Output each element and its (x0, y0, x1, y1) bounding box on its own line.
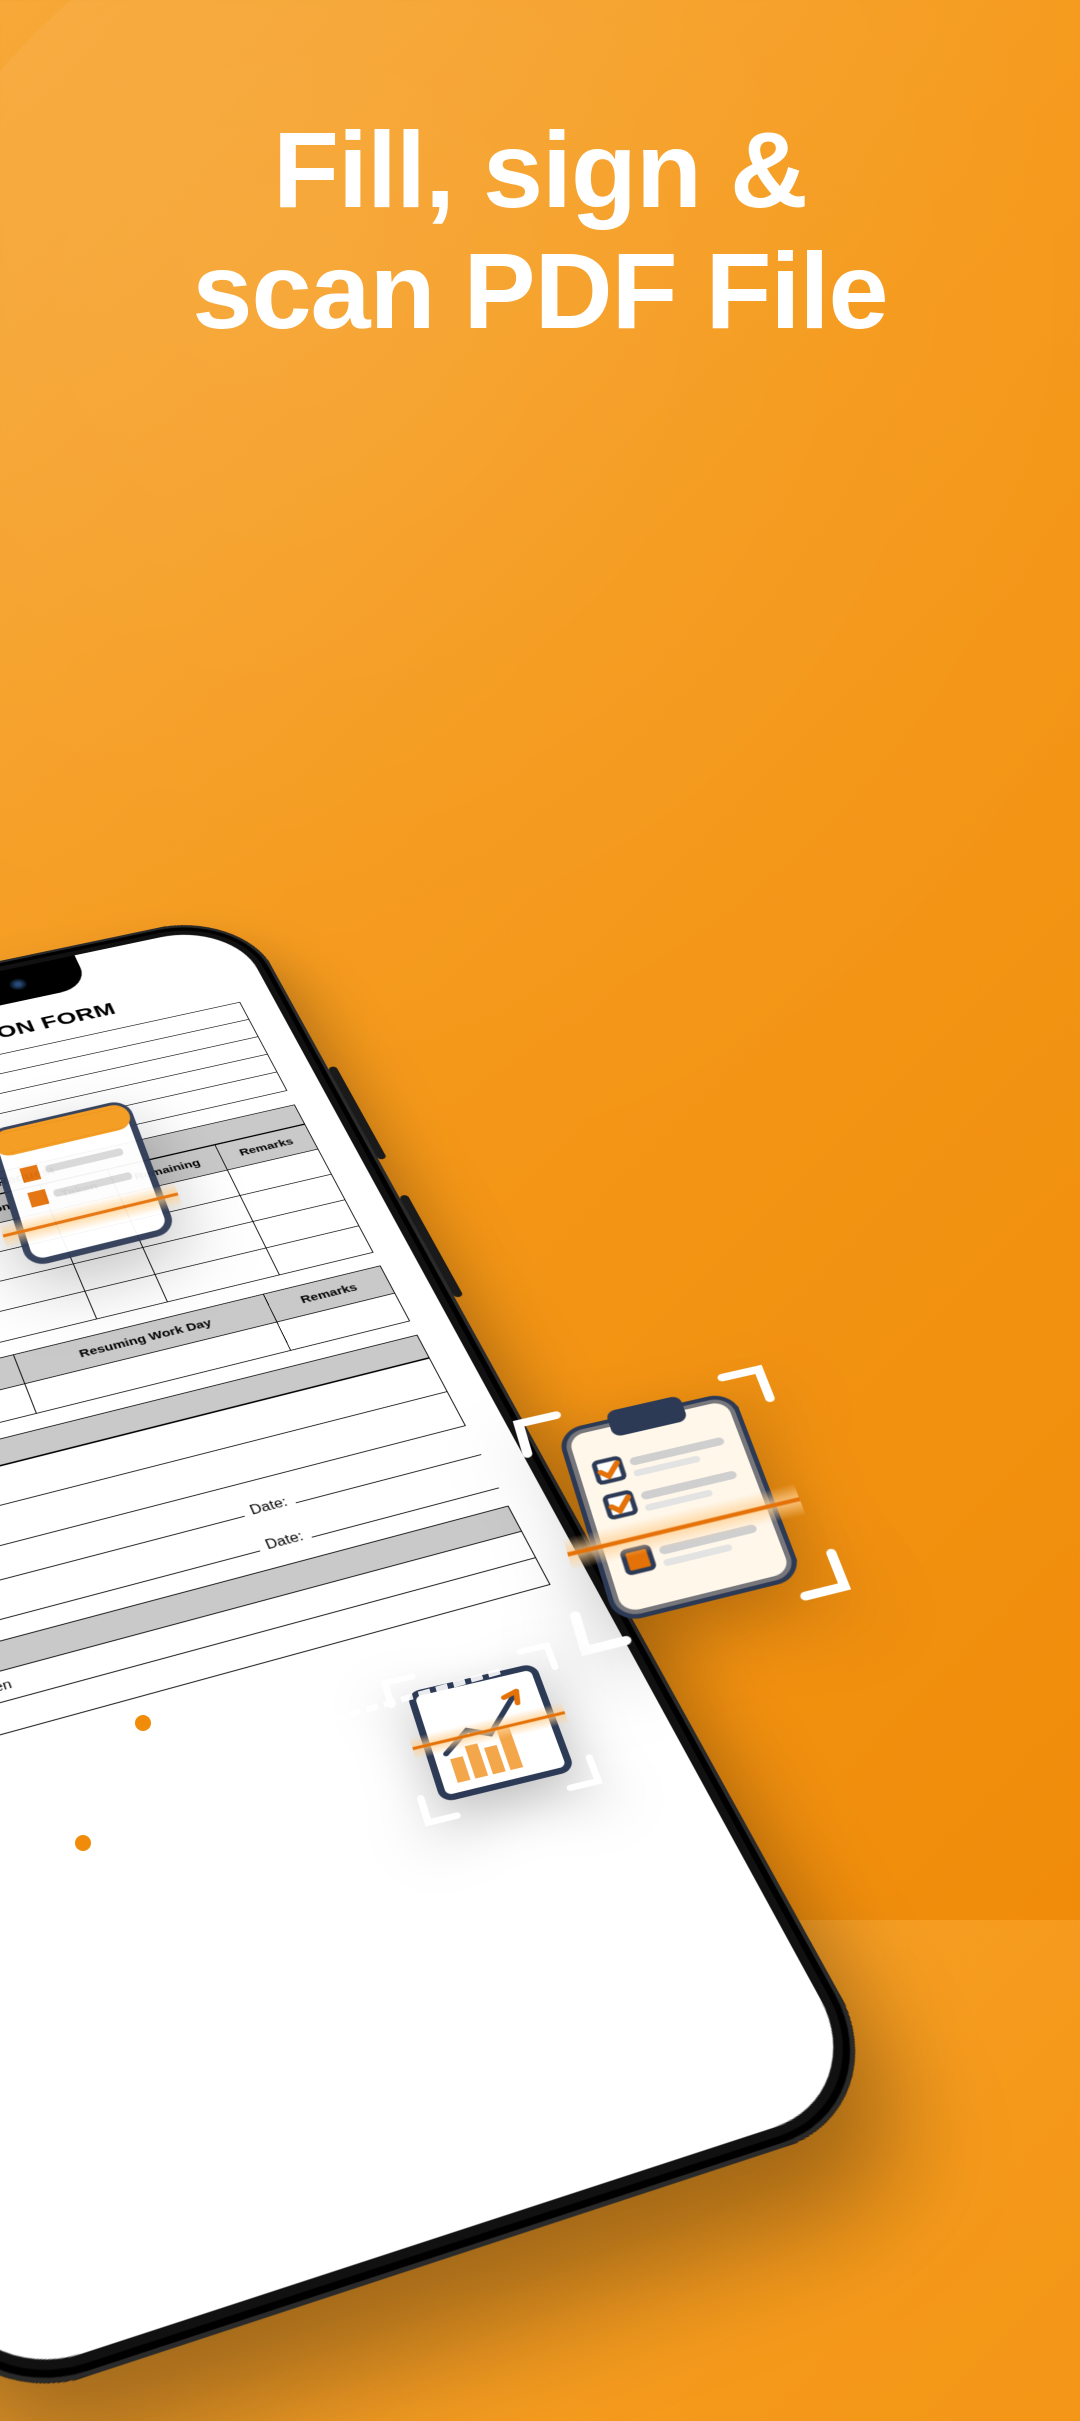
connector-node-icon (130, 1710, 156, 1736)
date-label-1: Date: (248, 1495, 290, 1518)
date-label-2: Date: (263, 1530, 306, 1554)
connector-node-icon (70, 1830, 96, 1856)
headline: Fill, sign & scan PDF File (0, 110, 1080, 352)
headline-line2: scan PDF File (0, 231, 1080, 352)
front-camera-icon (8, 977, 29, 991)
headline-line1: Fill, sign & (0, 110, 1080, 231)
